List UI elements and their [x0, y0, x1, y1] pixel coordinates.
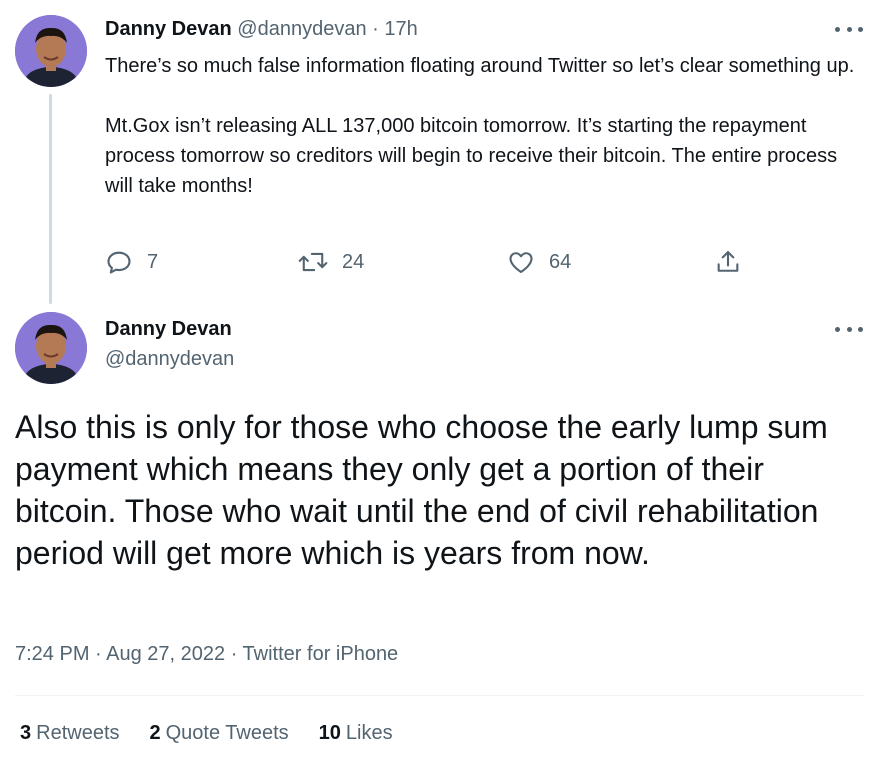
avatar[interactable]	[15, 312, 87, 384]
avatar[interactable]	[15, 15, 87, 87]
reply-tweet-text: There’s so much false information floati…	[105, 51, 865, 201]
reply-tweet-header: Danny Devan @dannydevan · 17h	[105, 18, 418, 41]
tweet-meta[interactable]: 7:24 PM · Aug 27, 2022 · Twitter for iPh…	[15, 643, 398, 666]
share-button[interactable]	[714, 248, 742, 276]
tweet-paragraph: Mt.Gox isn’t releasing ALL 137,000 bitco…	[105, 115, 838, 197]
share-icon	[717, 251, 739, 272]
reply-button[interactable]: 7	[105, 248, 158, 276]
retweets-stat[interactable]: 3 Retweets	[20, 722, 120, 745]
reply-icon	[107, 251, 131, 274]
retweets-count: 3	[20, 722, 32, 744]
likes-stat[interactable]: 10 Likes	[319, 722, 393, 745]
likes-label: Likes	[345, 722, 393, 744]
retweets-label: Retweets	[36, 722, 120, 744]
reply-count: 7	[147, 250, 159, 273]
retweet-count: 24	[342, 250, 365, 273]
handle-and-time[interactable]: @dannydevan · 17h	[237, 18, 417, 40]
main-tweet-text: Also this is only for those who choose t…	[15, 409, 828, 571]
author-handle[interactable]: @dannydevan	[105, 348, 234, 371]
more-icon[interactable]	[835, 24, 863, 34]
like-icon	[509, 252, 533, 273]
like-button[interactable]: 64	[507, 248, 571, 276]
author-name[interactable]: Danny Devan	[105, 18, 232, 40]
more-icon[interactable]	[835, 324, 863, 334]
likes-count: 10	[318, 722, 341, 744]
retweet-button[interactable]: 24	[298, 248, 364, 276]
divider	[15, 695, 864, 696]
author-name[interactable]: Danny Devan	[105, 318, 232, 341]
retweet-icon	[298, 252, 328, 272]
quotes-count: 2	[149, 722, 161, 744]
quotes-label: Quote Tweets	[165, 722, 289, 744]
tweet-paragraph: There’s so much false information floati…	[105, 55, 855, 77]
tweet-stats: 3 Retweets 2 Quote Tweets 10 Likes	[20, 722, 393, 745]
thread-line	[49, 94, 52, 304]
like-count: 64	[549, 250, 572, 273]
quote-tweets-stat[interactable]: 2 Quote Tweets	[150, 722, 289, 745]
